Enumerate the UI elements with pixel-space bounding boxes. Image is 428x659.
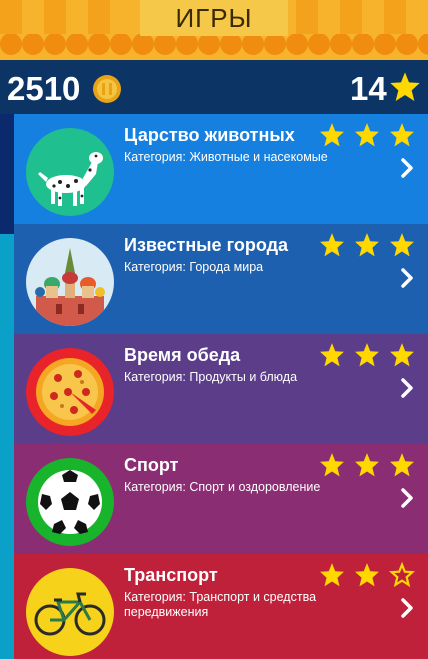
star-icon [390,343,414,367]
card-title: Известные города [124,235,289,255]
chevron-right-icon[interactable] [400,377,414,399]
star-icon [320,233,344,257]
card-stars [319,562,415,588]
card-category: Категория: Транспорт и средства передвиж… [124,590,317,619]
awning-scallops [0,34,428,55]
star-icon [355,123,379,147]
page-title: ИГРЫ [140,0,288,36]
star-outline-icon [389,562,415,588]
coin-count: 2510 [7,70,81,107]
category-card-sport[interactable]: Спорт Категория: Спорт и оздоровление [14,444,428,554]
chevron-right-icon[interactable] [400,597,414,619]
pizza-icon [26,348,114,436]
card-title: Время обеда [124,345,241,365]
star-icon [355,343,379,367]
category-card-transport[interactable]: Транспорт Категория: Транспорт и средств… [14,554,428,659]
dalmatian-icon [26,128,114,216]
bicycle-icon [26,568,114,656]
chevron-right-icon[interactable] [400,267,414,289]
star-icon [320,123,344,147]
star-icon [355,563,379,587]
star-icon [390,123,414,147]
star-icon [320,453,344,477]
star-count: 14 [350,70,387,107]
scroll-indicator [0,114,14,659]
kremlin-icon [26,238,114,326]
card-category: Категория: Животные и насекомые [124,150,328,164]
header-banner: ИГРЫ [0,0,428,60]
card-category: Категория: Продукты и блюда [124,370,298,384]
star-icon [355,233,379,257]
card-stars [319,342,415,368]
card-title: Транспорт [124,565,218,585]
star-icon [390,233,414,257]
category-card-food[interactable]: Время обеда Категория: Продукты и блюда [14,334,428,444]
star-icon [320,343,344,367]
card-stars [319,452,415,478]
card-category: Категория: Города мира [124,260,264,274]
soccer-ball-icon [26,458,114,546]
card-stars [319,122,415,148]
star-icon [390,453,414,477]
coin-icon [93,75,121,103]
star-icon [320,563,344,587]
card-category: Категория: Спорт и оздоровление [124,480,321,494]
category-card-cities[interactable]: Известные города Категория: Города мира [14,224,428,334]
card-title: Спорт [124,455,179,475]
chevron-right-icon[interactable] [400,157,414,179]
star-icon [355,453,379,477]
card-title: Царство животных [124,125,295,145]
chevron-right-icon[interactable] [400,487,414,509]
card-stars [319,232,415,258]
category-card-animals[interactable]: Царство животных Категория: Животные и н… [14,114,428,224]
star-icon [390,72,420,101]
